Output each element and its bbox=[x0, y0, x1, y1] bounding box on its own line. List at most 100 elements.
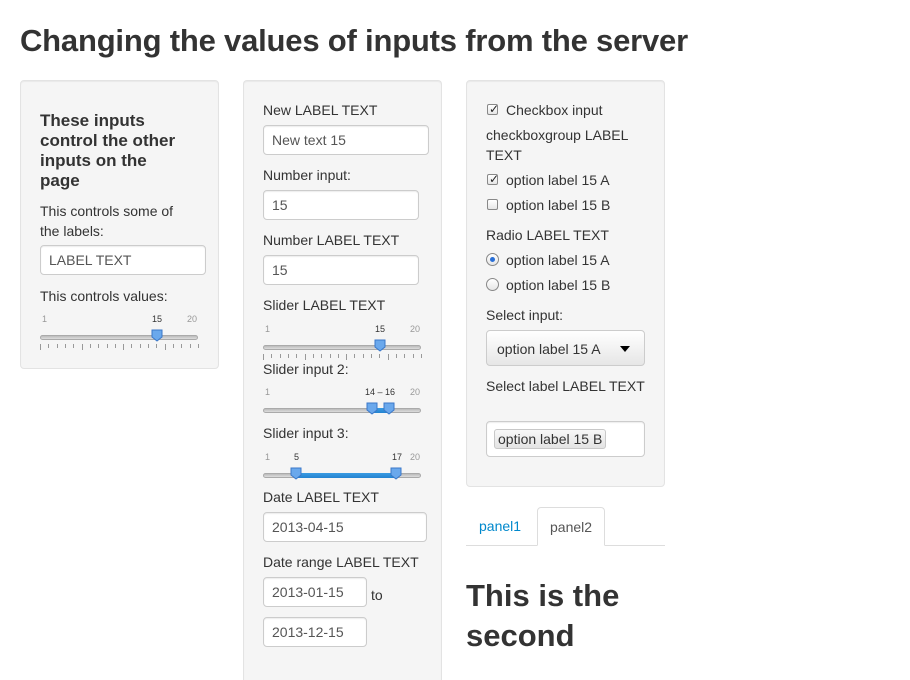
slider-tick-mark bbox=[48, 344, 49, 348]
slider-max-label: 20 bbox=[410, 324, 421, 334]
slider-tick-mark bbox=[321, 354, 322, 358]
slider-tick-mark bbox=[82, 344, 83, 350]
slider-tick-mark bbox=[371, 354, 372, 358]
slider2-label: Slider input 2: bbox=[263, 361, 349, 377]
new-label: New LABEL TEXT bbox=[263, 102, 378, 118]
radio-option-b[interactable]: option label 15 B bbox=[486, 275, 646, 295]
inputs-panel: New LABEL TEXT Number input: Number LABE… bbox=[243, 80, 442, 680]
slider-max-label: 20 bbox=[410, 387, 421, 397]
slider-tick-mark bbox=[156, 344, 157, 348]
slider-low-label: 5 bbox=[294, 452, 300, 462]
slider-tick-mark bbox=[65, 344, 66, 348]
slider-range-label: 14 – 16 bbox=[365, 387, 396, 397]
select-value: option label 15 A bbox=[497, 341, 601, 357]
select-input[interactable]: option label 15 A bbox=[486, 330, 645, 366]
option-label: option label 15 B bbox=[506, 277, 611, 293]
slider-tick-mark bbox=[181, 344, 182, 348]
tab-panel2[interactable]: panel2 bbox=[537, 507, 606, 546]
slider-handle-low[interactable] bbox=[366, 402, 378, 415]
slider2[interactable]: 1 14 – 16 20 bbox=[263, 387, 423, 427]
slider-min-label: 1 bbox=[265, 387, 271, 397]
slider-tick-mark bbox=[115, 344, 116, 348]
slider-tick-mark bbox=[140, 344, 141, 348]
slider-tick-mark bbox=[123, 344, 124, 350]
checkbox-box[interactable] bbox=[487, 199, 498, 210]
slider-tick-mark bbox=[131, 344, 132, 348]
checkbox-group-option-a[interactable]: ✓ option label 15 A bbox=[486, 170, 646, 190]
option-label: option label 15 B bbox=[506, 197, 611, 213]
tab-bar: panel1 panel2 bbox=[466, 507, 665, 546]
check-mark-icon: ✓ bbox=[489, 102, 500, 116]
slider-tick-mark bbox=[271, 354, 272, 358]
value-control-slider[interactable]: 1 15 20 bbox=[40, 314, 200, 354]
value-control-label: This controls values: bbox=[40, 288, 168, 304]
checkbox-box[interactable]: ✓ bbox=[487, 172, 499, 186]
select-label-input[interactable]: option label 15 B bbox=[486, 421, 645, 457]
slider-tick-mark bbox=[90, 344, 91, 348]
slider-value-label: 15 bbox=[375, 324, 386, 334]
caret-down-icon bbox=[620, 346, 630, 352]
slider3[interactable]: 1 5 17 20 bbox=[263, 452, 423, 492]
slider-tick-mark bbox=[73, 344, 74, 348]
slider-track[interactable] bbox=[263, 345, 421, 350]
slider-handle-high[interactable] bbox=[383, 402, 395, 415]
control-panel-heading: These inputs control the other inputs on… bbox=[40, 111, 176, 190]
number-input[interactable] bbox=[263, 190, 419, 220]
slider-handle[interactable] bbox=[374, 339, 386, 352]
slider-tick-mark bbox=[198, 344, 199, 348]
checkbox-group-option-b[interactable]: option label 15 B bbox=[486, 195, 646, 215]
slider-tick-mark bbox=[413, 354, 414, 358]
radio-button[interactable] bbox=[486, 278, 499, 291]
option-label: option label 15 A bbox=[506, 252, 610, 268]
slider-tick-mark bbox=[379, 354, 380, 358]
slider-track[interactable] bbox=[40, 335, 198, 340]
slider-tick-mark bbox=[388, 354, 389, 360]
slider-tick-mark bbox=[148, 344, 149, 348]
tab-panel1[interactable]: panel1 bbox=[467, 507, 533, 545]
date-range-start-input[interactable] bbox=[263, 577, 367, 607]
radio-group-label: Radio LABEL TEXT bbox=[486, 227, 609, 243]
select-label-label: Select label LABEL TEXT bbox=[486, 378, 645, 394]
date-input[interactable] bbox=[263, 512, 427, 542]
slider-min-label: 1 bbox=[265, 452, 271, 462]
new-text-input[interactable] bbox=[263, 125, 429, 155]
slider-tick-mark bbox=[107, 344, 108, 348]
slider-high-label: 17 bbox=[392, 452, 403, 462]
slider-min-label: 1 bbox=[265, 324, 271, 334]
slider3-label: Slider input 3: bbox=[263, 425, 349, 441]
radio-option-a[interactable]: option label 15 A bbox=[486, 250, 646, 270]
slider-tick-mark bbox=[404, 354, 405, 358]
number-input-label: Number input: bbox=[263, 167, 351, 183]
slider1[interactable]: 1 15 20 bbox=[263, 324, 423, 364]
slider-range-fill bbox=[296, 473, 397, 478]
checkbox-input[interactable]: ✓ Checkbox input bbox=[486, 100, 646, 120]
radio-button[interactable] bbox=[486, 253, 499, 266]
label-control-input[interactable] bbox=[40, 245, 206, 275]
selected-option-chip[interactable]: option label 15 B bbox=[494, 429, 607, 449]
slider1-label: Slider LABEL TEXT bbox=[263, 297, 386, 313]
choices-panel: ✓ Checkbox input checkboxgroup LABEL TEX… bbox=[466, 80, 665, 487]
checkbox-group-label: checkboxgroup LABEL TEXT bbox=[486, 127, 628, 163]
select-input-label: Select input: bbox=[486, 307, 564, 323]
date-range-label: Date range LABEL TEXT bbox=[263, 554, 419, 570]
slider-tick-mark bbox=[98, 344, 99, 348]
number-label-input[interactable] bbox=[263, 255, 419, 285]
panel-heading: This is the second bbox=[466, 578, 620, 653]
slider-tick-mark bbox=[396, 354, 397, 358]
slider-value-label: 15 bbox=[152, 314, 163, 324]
slider-tick-mark bbox=[190, 344, 191, 348]
label-control-label: This controls some of the labels: bbox=[40, 203, 174, 239]
number-label-label: Number LABEL TEXT bbox=[263, 232, 400, 248]
slider-tick-mark bbox=[57, 344, 58, 348]
slider-handle-high[interactable] bbox=[390, 467, 402, 480]
slider-handle-low[interactable] bbox=[290, 467, 302, 480]
slider-tick-mark bbox=[313, 354, 314, 358]
date-range-end-input[interactable] bbox=[263, 617, 367, 647]
slider-max-label: 20 bbox=[410, 452, 421, 462]
checkbox-box[interactable]: ✓ bbox=[487, 102, 500, 116]
date-label: Date LABEL TEXT bbox=[263, 489, 379, 505]
page-title: Changing the values of inputs from the s… bbox=[20, 23, 688, 58]
slider-track[interactable] bbox=[263, 408, 421, 413]
slider-handle[interactable] bbox=[151, 329, 163, 342]
slider-min-label: 1 bbox=[42, 314, 48, 324]
